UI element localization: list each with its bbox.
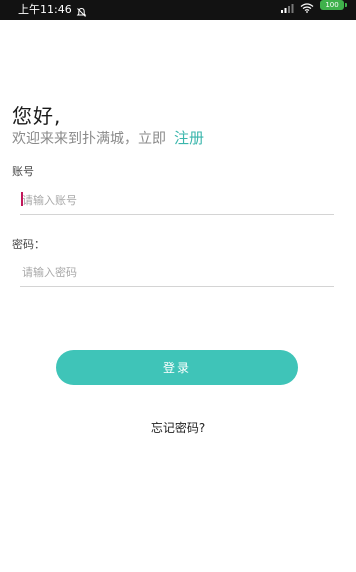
account-input[interactable] — [20, 186, 334, 215]
login-button[interactable]: 登录 — [56, 350, 298, 385]
status-bar: 上午11:46 100 — [0, 0, 356, 20]
password-label: 密码： — [12, 238, 45, 251]
greeting-title: 您好, — [12, 104, 62, 128]
account-label: 账号 — [12, 165, 34, 178]
mute-icon — [76, 5, 87, 17]
battery-icon: 100 — [320, 0, 347, 10]
register-link[interactable]: 注册 — [174, 129, 204, 147]
login-screen: 上午11:46 100 您好, 欢迎来来到扑满城，立即 注册 账号 请输入账号 … — [0, 0, 356, 572]
forgot-password-link: 忘记密码? — [0, 419, 356, 436]
wifi-icon — [300, 0, 314, 13]
status-bar-right: 100 — [280, 0, 347, 13]
status-bar-left: 上午11:46 — [18, 0, 87, 20]
text-cursor — [21, 192, 23, 206]
signal-icon — [280, 0, 294, 13]
greeting-subtitle: 欢迎来来到扑满城，立即 — [12, 131, 166, 147]
greeting-subtitle-row: 欢迎来来到扑满城，立即 注册 — [12, 127, 204, 148]
status-time: 上午11:46 — [18, 3, 72, 16]
password-input[interactable] — [20, 258, 334, 287]
forgot-password-label[interactable]: 忘记密码? — [151, 421, 205, 435]
